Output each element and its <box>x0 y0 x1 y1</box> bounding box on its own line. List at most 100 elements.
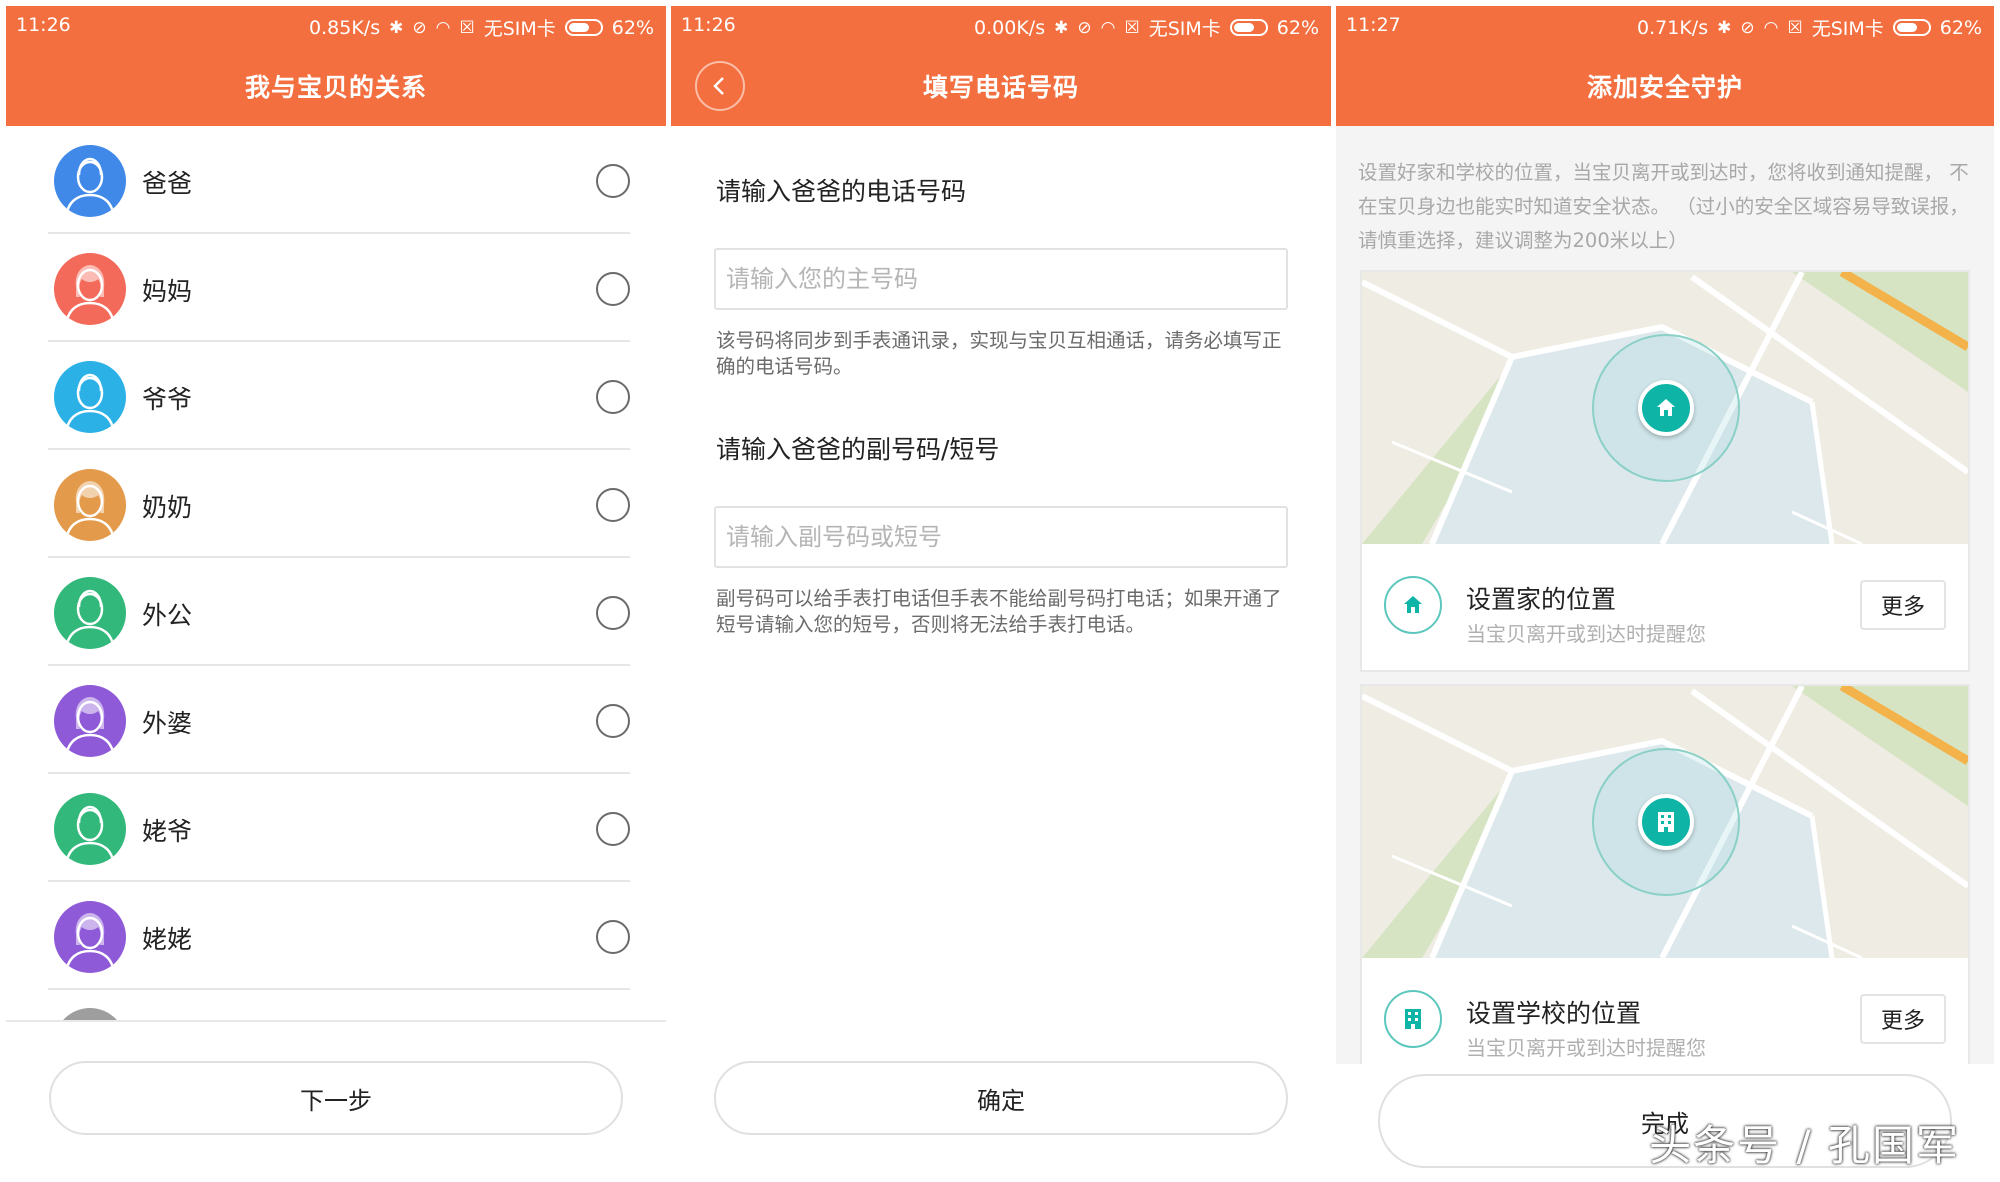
battery-level: 62% <box>611 16 654 39</box>
bluetooth-icon: ✱ <box>1717 17 1732 38</box>
status-bar: 11:26 0.00K/s ✱ ⊘ ◠ ☒ 无SIM卡 62% <box>671 6 1331 46</box>
mute-icon: ⊘ <box>1740 17 1755 38</box>
secondary-number-label: 请输入爸爸的副号码/短号 <box>716 435 1000 464</box>
relation-radio[interactable] <box>596 272 630 306</box>
sim-icon: ☒ <box>1787 17 1803 38</box>
relation-label: 妈妈 <box>142 277 193 306</box>
bluetooth-icon: ✱ <box>1054 17 1069 38</box>
relation-radio[interactable] <box>596 704 630 738</box>
avatar <box>54 901 126 973</box>
relation-label: 外公 <box>142 601 193 630</box>
battery-icon <box>564 19 603 36</box>
bluetooth-icon: ✱ <box>389 17 404 38</box>
page-title: 添加安全守护 <box>1586 73 1743 102</box>
battery-icon <box>1892 19 1931 36</box>
relation-radio[interactable] <box>596 920 630 954</box>
relation-label: 奶奶 <box>142 493 193 522</box>
relationship-screen: 11:26 0.85K/s ✱ ⊘ ◠ ☒ 无SIM卡 62% 我与宝贝的关系 … <box>6 6 666 1182</box>
status-bar: 11:27 0.71K/s ✱ ⊘ ◠ ☒ 无SIM卡 62% <box>1336 6 1994 46</box>
relation-label: 爷爷 <box>142 385 193 414</box>
avatar <box>54 361 126 433</box>
app-header: 11:26 0.85K/s ✱ ⊘ ◠ ☒ 无SIM卡 62% 我与宝贝的关系 <box>6 6 666 126</box>
home-icon <box>1657 399 1675 416</box>
home-location-icon <box>1384 576 1442 634</box>
school-icon <box>1658 812 1674 832</box>
wifi-icon: ◠ <box>435 17 451 38</box>
relation-label: 姥姥 <box>142 925 193 954</box>
sim-icon: ☒ <box>1124 17 1140 38</box>
primary-number-hint: 该号码将同步到手表通讯录，实现与宝贝互相通话，请务必填写正确的电话号码。 <box>716 329 1282 378</box>
mute-icon: ⊘ <box>1077 17 1092 38</box>
relationship-list[interactable]: 爸爸妈妈爷爷奶奶外公外婆姥爷姥姥 <box>6 126 666 1021</box>
sim-status: 无SIM卡 <box>1148 18 1221 40</box>
relation-item[interactable]: 姥爷 <box>48 774 630 882</box>
next-step-button[interactable]: 下一步 <box>49 1061 623 1135</box>
relation-item[interactable]: 妈妈 <box>48 234 630 342</box>
sim-status: 无SIM卡 <box>483 18 556 40</box>
avatar <box>54 685 126 757</box>
home-map[interactable] <box>1362 272 1968 544</box>
school-card-title: 设置学校的位置 <box>1466 999 1642 1028</box>
sim-icon: ☒ <box>459 17 475 38</box>
secondary-number-hint: 副号码可以给手表打电话但手表不能给副号码打电话；如果开通了短号请输入您的短号，否… <box>716 587 1282 636</box>
relation-item[interactable]: 爷爷 <box>48 342 630 450</box>
network-speed: 0.00K/s <box>974 16 1046 39</box>
safety-description: 设置好家和学校的位置，当宝贝离开或到达时，您将收到通知提醒， 不在宝贝身边也能实… <box>1358 161 1969 252</box>
safety-guard-screen: 11:27 0.71K/s ✱ ⊘ ◠ ☒ 无SIM卡 62% 添加安全守护 设… <box>1336 6 1994 1182</box>
battery-level: 62% <box>1939 16 1982 39</box>
page-title: 填写电话号码 <box>922 73 1079 102</box>
school-map-pin[interactable] <box>1638 794 1694 850</box>
wifi-icon: ◠ <box>1100 17 1116 38</box>
school-icon <box>1405 1009 1421 1029</box>
page-title: 我与宝贝的关系 <box>244 73 427 102</box>
home-location-card[interactable]: 设置家的位置 当宝贝离开或到达时提醒您 更多 <box>1360 270 1970 672</box>
relation-item[interactable]: 姥姥 <box>48 882 630 990</box>
relation-item[interactable]: 外公 <box>48 558 630 666</box>
battery-icon <box>1229 19 1268 36</box>
secondary-number-input[interactable] <box>714 506 1288 568</box>
confirm-button[interactable]: 确定 <box>714 1061 1288 1135</box>
wifi-icon: ◠ <box>1763 17 1779 38</box>
mute-icon: ⊘ <box>412 17 427 38</box>
avatar <box>54 577 126 649</box>
primary-number-input[interactable] <box>714 248 1288 310</box>
relation-radio[interactable] <box>596 596 630 630</box>
battery-level: 62% <box>1276 16 1319 39</box>
relation-radio[interactable] <box>596 488 630 522</box>
avatar <box>54 793 126 865</box>
school-more-button[interactable]: 更多 <box>1860 994 1946 1044</box>
avatar <box>54 145 126 217</box>
network-speed: 0.71K/s <box>1637 16 1709 39</box>
status-time: 11:27 <box>1346 14 1401 36</box>
avatar <box>54 253 126 325</box>
network-speed: 0.85K/s <box>309 16 381 39</box>
status-bar: 11:26 0.85K/s ✱ ⊘ ◠ ☒ 无SIM卡 62% <box>6 6 666 46</box>
school-map[interactable] <box>1362 686 1968 958</box>
home-card-subtitle: 当宝贝离开或到达时提醒您 <box>1466 622 1706 646</box>
status-time: 11:26 <box>681 14 736 36</box>
phone-number-screen: 11:26 0.00K/s ✱ ⊘ ◠ ☒ 无SIM卡 62% 填写电话号码 请… <box>671 6 1331 1182</box>
watermark: 头条号 / 孔国军 <box>1649 1121 1960 1170</box>
home-icon <box>1404 596 1422 613</box>
relation-label: 外婆 <box>142 709 193 738</box>
school-card-subtitle: 当宝贝离开或到达时提醒您 <box>1466 1036 1706 1060</box>
relation-radio[interactable] <box>596 380 630 414</box>
sim-status: 无SIM卡 <box>1811 18 1884 40</box>
relation-label: 爸爸 <box>142 169 193 198</box>
status-time: 11:26 <box>16 14 71 36</box>
relation-radio[interactable] <box>596 812 630 846</box>
primary-number-label: 请输入爸爸的电话号码 <box>716 177 967 206</box>
home-card-row[interactable]: 设置家的位置 当宝贝离开或到达时提醒您 更多 <box>1362 544 1968 672</box>
school-location-card[interactable]: 设置学校的位置 当宝贝离开或到达时提醒您 更多 <box>1360 684 1970 1086</box>
relation-item[interactable]: 奶奶 <box>48 450 630 558</box>
app-header: 11:26 0.00K/s ✱ ⊘ ◠ ☒ 无SIM卡 62% 填写电话号码 <box>671 6 1331 126</box>
avatar <box>54 469 126 541</box>
school-location-icon <box>1384 990 1442 1048</box>
divider <box>6 1020 666 1022</box>
home-more-button[interactable]: 更多 <box>1860 580 1946 630</box>
relation-item[interactable]: 爸爸 <box>48 126 630 234</box>
relation-radio[interactable] <box>596 164 630 198</box>
home-map-pin[interactable] <box>1638 380 1694 436</box>
relation-item[interactable]: 外婆 <box>48 666 630 774</box>
relation-label: 姥爷 <box>142 817 193 846</box>
